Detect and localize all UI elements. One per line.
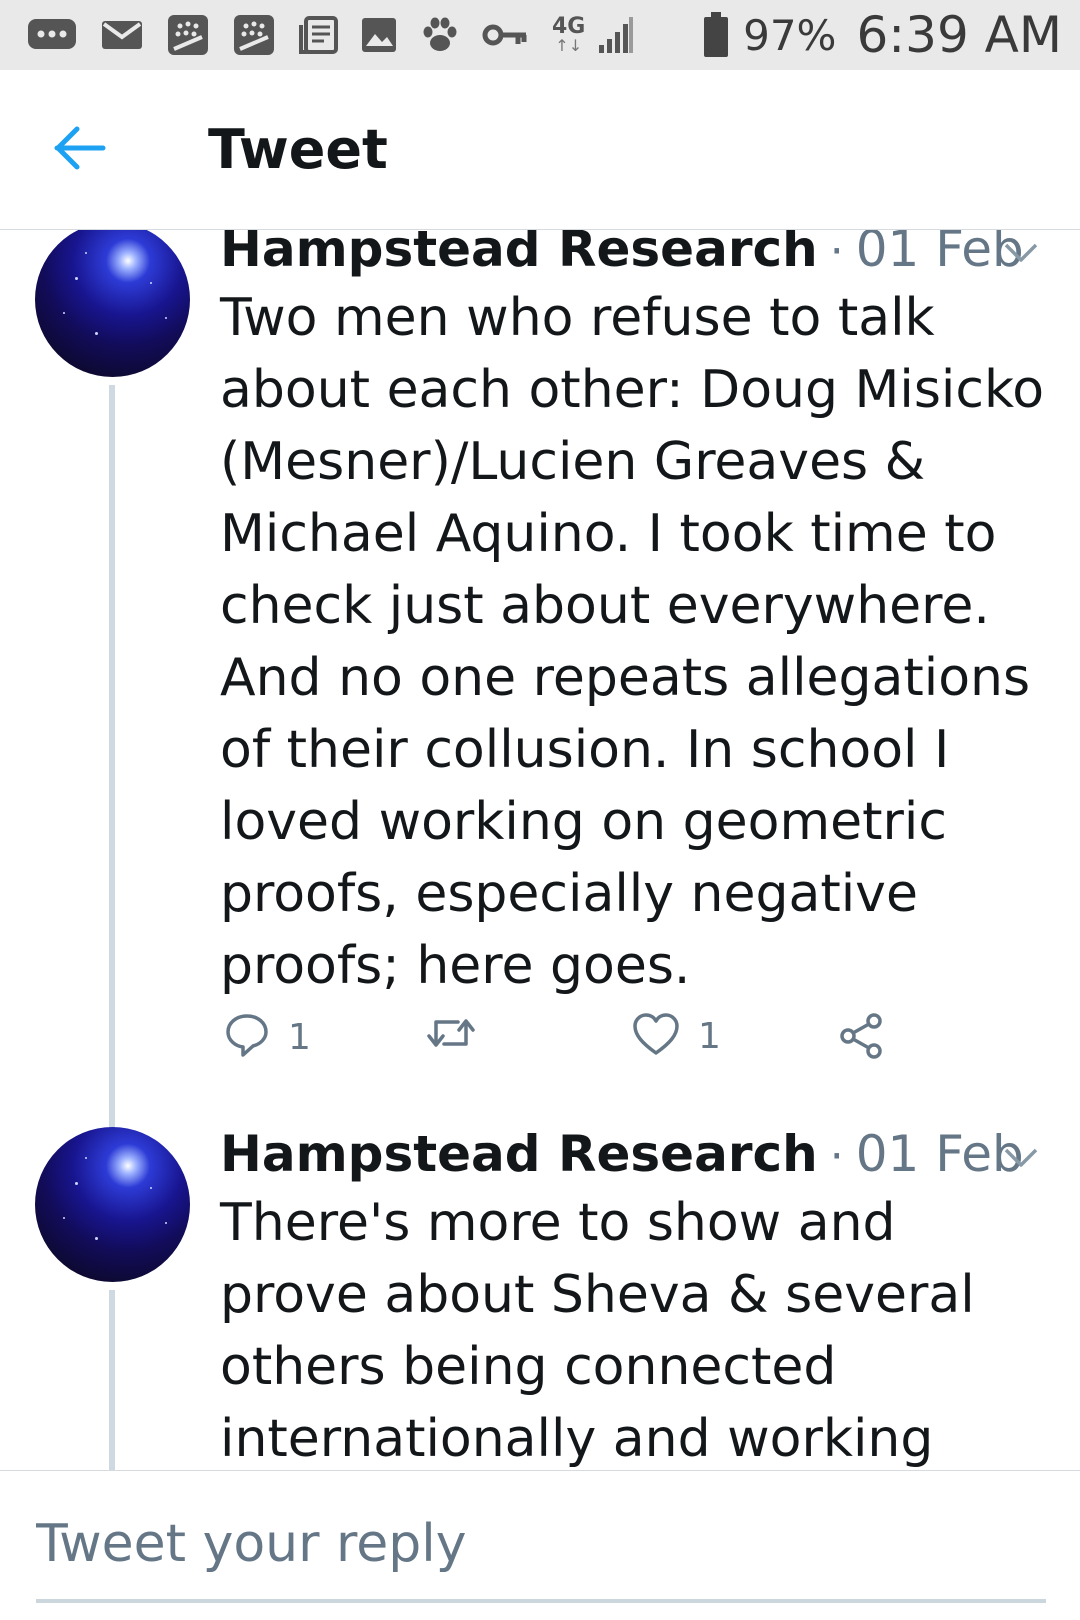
like-button[interactable]: 1 xyxy=(632,1012,721,1060)
avatar-speck xyxy=(95,332,98,335)
message-bubble-icon xyxy=(26,15,78,55)
back-arrow-icon xyxy=(53,126,107,174)
tweet-header: Hampstead Research · 01 Feb xyxy=(220,230,1024,278)
tweet-actions: 1 1 xyxy=(224,1012,924,1068)
image-icon xyxy=(360,16,398,54)
tweet-thread: Hampstead Research · 01 Feb Two men who … xyxy=(0,230,1080,1470)
reply-underline xyxy=(36,1599,1046,1603)
tweet-header: Hampstead Research · 01 Feb xyxy=(220,1125,1024,1183)
tweet-date[interactable]: 01 Feb xyxy=(856,1125,1024,1183)
retweet-button[interactable] xyxy=(424,1012,496,1058)
tweet-menu-button[interactable] xyxy=(1003,1147,1047,1177)
avatar-speck xyxy=(150,1187,152,1189)
notification-icons: 4G ↑↓ xyxy=(26,13,635,57)
separator: · xyxy=(829,1131,844,1182)
retweet-icon xyxy=(424,1012,478,1058)
avatar[interactable] xyxy=(35,1127,190,1282)
reply-count: 1 xyxy=(288,1016,311,1058)
heart-icon xyxy=(632,1012,680,1060)
reply-icon xyxy=(224,1012,270,1062)
key-icon xyxy=(482,20,528,50)
status-bar-right: 97% 6:39 AM xyxy=(703,6,1062,64)
avatar-speck xyxy=(165,1222,167,1224)
tweet-text: Two men who refuse to talk about each ot… xyxy=(220,288,1045,996)
reply-bar xyxy=(0,1470,1080,1620)
blackberry-icon xyxy=(166,13,210,57)
avatar-speck xyxy=(63,1217,65,1219)
chevron-down-icon xyxy=(1003,1148,1039,1173)
mail-icon xyxy=(100,17,144,53)
avatar-speck xyxy=(75,1182,78,1185)
like-count: 1 xyxy=(698,1015,721,1057)
avatar-speck xyxy=(150,282,152,284)
chevron-down-icon xyxy=(1003,243,1039,268)
status-bar: 4G ↑↓ 97% 6:39 AM xyxy=(0,0,1080,70)
author-name[interactable]: Hampstead Research xyxy=(220,1125,818,1183)
news-icon xyxy=(298,15,338,55)
avatar-speck xyxy=(75,277,78,280)
share-button[interactable] xyxy=(838,1012,886,1064)
tweet-text: There's more to show and prove about She… xyxy=(220,1193,975,1469)
thread-line xyxy=(109,1290,115,1470)
reply-input[interactable] xyxy=(36,1509,1046,1579)
reply-button[interactable]: 1 xyxy=(224,1012,311,1062)
tweet-menu-button[interactable] xyxy=(1003,242,1047,272)
tweet-date[interactable]: 01 Feb xyxy=(856,230,1024,278)
clock: 6:39 AM xyxy=(856,6,1062,64)
page-title: Tweet xyxy=(208,118,388,181)
author-name[interactable]: Hampstead Research xyxy=(220,230,818,278)
avatar-speck xyxy=(165,317,167,319)
battery-icon xyxy=(703,12,729,58)
paw-icon xyxy=(420,15,460,55)
battery-percent: 97% xyxy=(743,10,837,60)
network-label: 4G xyxy=(552,14,586,39)
avatar-speck xyxy=(85,252,87,254)
avatar-speck xyxy=(95,1237,98,1240)
separator: · xyxy=(829,230,844,277)
avatar[interactable] xyxy=(35,230,190,377)
network-arrows: ↑↓ xyxy=(555,36,583,55)
back-button[interactable] xyxy=(50,120,110,180)
top-app-bar: Tweet xyxy=(0,70,1080,230)
avatar-speck xyxy=(85,1157,87,1159)
avatar-speck xyxy=(63,312,65,314)
network-4g-icon: 4G ↑↓ xyxy=(552,16,585,54)
signal-icon xyxy=(595,15,635,55)
thread-line xyxy=(109,385,115,1130)
blackberry-icon xyxy=(232,13,276,57)
share-icon xyxy=(838,1012,886,1064)
